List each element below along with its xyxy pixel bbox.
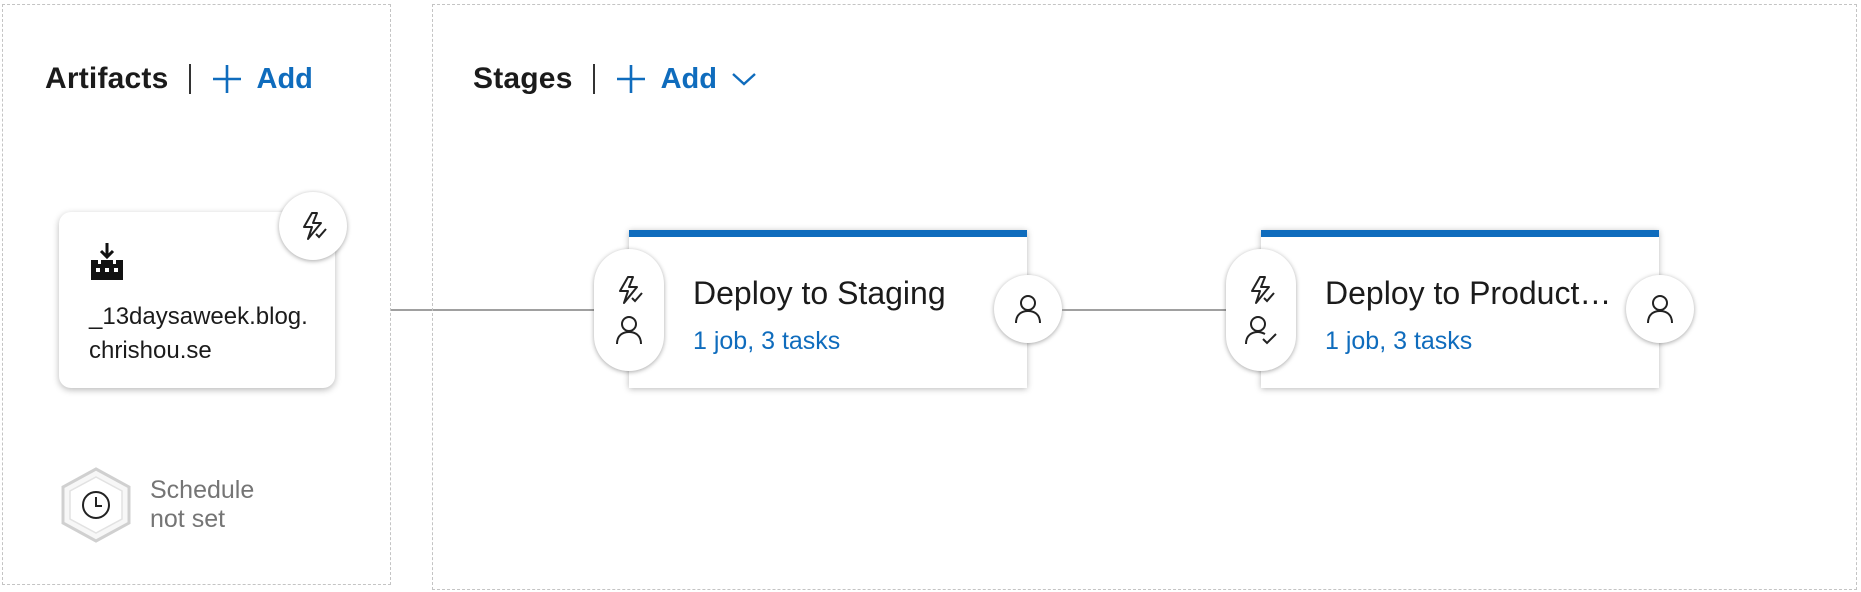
stages-header: Stages Add: [473, 59, 771, 99]
stages-title: Stages: [473, 62, 573, 95]
post-deployment-conditions-production[interactable]: [1626, 275, 1694, 343]
person-check-icon: [1245, 316, 1277, 345]
stage-card-staging[interactable]: Deploy to Staging 1 job, 3 tasks: [629, 230, 1027, 388]
header-divider: [592, 64, 595, 94]
plus-icon: [616, 65, 645, 93]
schedule-label-line1: Schedule: [150, 476, 255, 504]
pre-deployment-conditions-staging: [594, 249, 664, 371]
stage-name: Deploy to Production: [1325, 275, 1617, 311]
artifact-name: _13daysaweek.blog.chrishou.se: [89, 303, 308, 364]
add-stage-label: Add: [660, 62, 717, 95]
header-divider: [188, 64, 191, 94]
artifacts-title: Artifacts: [45, 62, 169, 95]
post-deployment-conditions-staging[interactable]: [994, 275, 1062, 343]
plus-icon: [212, 65, 241, 93]
stage-name: Deploy to Staging: [693, 275, 946, 311]
person-icon: [1015, 295, 1041, 324]
lightning-icon: [303, 212, 327, 240]
stage-card-production[interactable]: Deploy to Production 1 job, 3 tasks: [1261, 230, 1659, 388]
lightning-icon: [1251, 276, 1275, 304]
chevron-down-icon: [732, 73, 756, 86]
pre-deployment-approvals-button[interactable]: [614, 315, 644, 345]
pre-deployment-approvals-button[interactable]: [1245, 315, 1277, 345]
schedule-label-line2: not set: [150, 505, 226, 533]
continuous-deployment-trigger-button[interactable]: [279, 192, 347, 260]
build-artifact-icon: [91, 243, 123, 280]
pre-deployment-trigger-button[interactable]: [613, 275, 645, 305]
pre-deployment-conditions-production: [1226, 249, 1296, 371]
stage-summary-link[interactable]: 1 job, 3 tasks: [1325, 327, 1472, 356]
pre-deployment-trigger-button[interactable]: [1245, 275, 1277, 305]
stage-to-stage-connector: [1062, 309, 1228, 311]
add-artifact-label: Add: [256, 62, 313, 95]
clock-icon: [61, 467, 131, 543]
person-icon: [616, 316, 642, 345]
schedule-label: Schedule not set: [150, 476, 254, 534]
add-artifact-button[interactable]: Add: [211, 63, 313, 96]
stage-summary-link[interactable]: 1 job, 3 tasks: [693, 327, 840, 356]
add-stage-button[interactable]: Add: [615, 63, 771, 96]
artifacts-header: Artifacts Add: [45, 59, 313, 99]
person-icon: [1647, 295, 1673, 324]
lightning-icon: [619, 276, 643, 304]
schedule-trigger[interactable]: Schedule not set: [60, 466, 254, 544]
